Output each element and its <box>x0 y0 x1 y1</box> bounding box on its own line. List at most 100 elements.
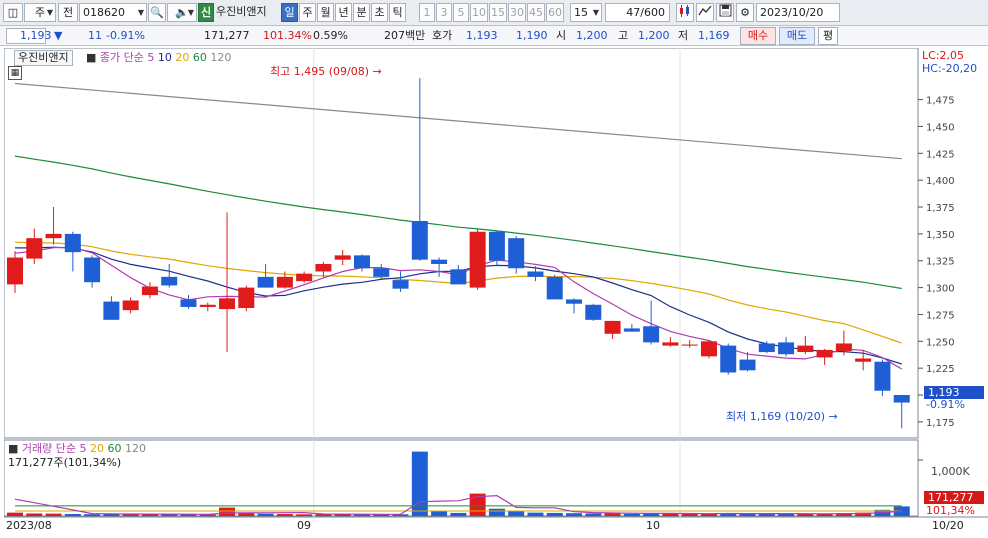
candle-body <box>431 259 448 264</box>
volume-bar <box>257 513 274 516</box>
change-rate: -0.91% <box>106 29 145 42</box>
vol-ma-legend-20: 20 <box>86 442 104 455</box>
volume-bar <box>527 512 544 516</box>
volume-bar <box>296 514 313 516</box>
price-tick-label: 1,425 <box>926 149 955 160</box>
volume-legend-prefix: 거래량 단순 <box>21 442 76 455</box>
candle-type-icon[interactable] <box>676 3 694 22</box>
indicator-icon[interactable] <box>696 3 714 22</box>
market-select-label: 주 <box>34 6 46 19</box>
period-tab-2[interactable]: 월 <box>317 3 334 22</box>
volume-bar <box>566 513 583 516</box>
price-tick-label: 1,400 <box>926 176 955 187</box>
interval-tab-60[interactable]: 60 <box>546 3 564 22</box>
price-tick-label: 1,375 <box>926 203 955 214</box>
current-volume-tag: 171,277 <box>924 491 984 504</box>
period-tab-1[interactable]: 주 <box>299 3 316 22</box>
candle-body <box>508 238 525 269</box>
ma-legend-10: 10 <box>154 51 172 64</box>
legend-marker: ■ <box>8 442 22 455</box>
candle-body <box>855 358 872 362</box>
data-count-input[interactable]: 47/600 <box>605 3 670 22</box>
candle-body <box>180 299 197 307</box>
interval-tab-15[interactable]: 15 <box>489 3 507 22</box>
bid-price: 1,190 <box>516 29 548 42</box>
interval-select[interactable]: 15 ▼ <box>570 3 602 22</box>
price-tick-label: 1,225 <box>926 364 955 375</box>
period-tab-3[interactable]: 년 <box>335 3 352 22</box>
chart-area[interactable]: 1,1751,2001,2251,2501,2751,3001,3251,350… <box>3 47 988 538</box>
stock-code-input[interactable]: 018620 ▼ <box>79 3 147 22</box>
buy-button[interactable]: 매수 <box>740 27 776 45</box>
eval-button[interactable]: 평 <box>818 27 838 45</box>
interval-tab-1[interactable]: 1 <box>419 3 435 22</box>
price-tick-label: 1,275 <box>926 310 955 321</box>
period-tab-6[interactable]: 틱 <box>389 3 406 22</box>
candle-body <box>122 300 139 311</box>
price-panel-frame <box>3 47 919 439</box>
interval-tab-10[interactable]: 10 <box>470 3 488 22</box>
volume-bar <box>662 513 679 516</box>
volume-legend-values: 5 20 60 120 <box>80 442 147 455</box>
change-arrow: ▼ <box>54 29 63 42</box>
sell-button[interactable]: 매도 <box>779 27 815 45</box>
volume-bar <box>84 514 101 516</box>
candle-body <box>546 276 563 300</box>
interval-tab-30[interactable]: 30 <box>508 3 526 22</box>
volume-bar <box>219 507 236 516</box>
candle-body <box>45 233 62 239</box>
lc-indicator: LC:2,05 <box>922 49 965 62</box>
interval-tab-45[interactable]: 45 <box>527 3 545 22</box>
ask-price: 1,193 <box>466 29 498 42</box>
candle-body <box>199 304 216 307</box>
bid-label: 호가 <box>432 29 453 42</box>
candle-body <box>585 304 602 320</box>
grid-toggle-icon[interactable]: ▦ <box>8 66 22 80</box>
stock-name: 우진비앤지 <box>216 5 267 18</box>
ma-legend-120: 120 <box>206 51 232 64</box>
candle-body <box>276 276 293 288</box>
save-icon[interactable] <box>716 3 734 22</box>
hc-indicator: HC:-20,20 <box>922 62 978 75</box>
volume-info: 171,277주(101,34%) <box>8 456 122 469</box>
date-input[interactable]: 2023/10/20 <box>756 3 840 22</box>
gear-icon[interactable]: ⚙ <box>736 3 754 22</box>
candle-body <box>681 344 698 346</box>
candle-body <box>64 233 81 253</box>
candle-body <box>797 345 814 353</box>
market-select[interactable]: 주 ▼ <box>24 3 56 22</box>
interval-tab-5[interactable]: 5 <box>453 3 469 22</box>
ma-legend-20: 20 <box>171 51 190 64</box>
period-tab-5[interactable]: 초 <box>371 3 388 22</box>
type-button[interactable]: 전 <box>58 3 78 22</box>
candle-body <box>643 326 660 343</box>
volume-bar <box>7 512 23 516</box>
price-tick-label: 1,350 <box>926 230 955 241</box>
candle-body <box>392 280 409 289</box>
turnover-rate: 0.59% <box>313 29 348 42</box>
volume-legend: ■ 거래량 단순 5 20 60 120 <box>8 442 146 456</box>
volume-bar <box>64 514 81 516</box>
chart-menu-icon[interactable]: ◫ <box>3 3 23 22</box>
volume-axis-label: 1,000K <box>931 465 970 478</box>
panel-stock-tag[interactable]: 우진비앤지 <box>14 50 73 66</box>
candle-body <box>296 273 313 282</box>
volume-bar <box>623 513 640 516</box>
low-price: 1,169 <box>698 29 730 42</box>
vol-ma-legend-60: 60 <box>104 442 122 455</box>
speaker-icon[interactable]: 🔈 ▼ <box>167 3 197 22</box>
stock-badge: 신 <box>198 3 214 22</box>
candle-body <box>411 220 428 260</box>
candle-body <box>488 231 505 261</box>
search-icon[interactable]: 🔍 <box>148 3 166 22</box>
open-price: 1,200 <box>576 29 608 42</box>
stock-chart[interactable]: 1,1751,2001,2251,2501,2751,3001,3251,350… <box>3 47 988 538</box>
price-tick-label: 1,250 <box>926 337 955 348</box>
high-price: 1,200 <box>638 29 670 42</box>
interval-tab-3[interactable]: 3 <box>436 3 452 22</box>
volume-bar <box>585 513 602 516</box>
x-label-month-10: 10 <box>646 519 660 532</box>
price-tick-label: 1,450 <box>926 122 955 133</box>
period-tab-0[interactable]: 일 <box>281 3 298 22</box>
period-tab-4[interactable]: 분 <box>353 3 370 22</box>
